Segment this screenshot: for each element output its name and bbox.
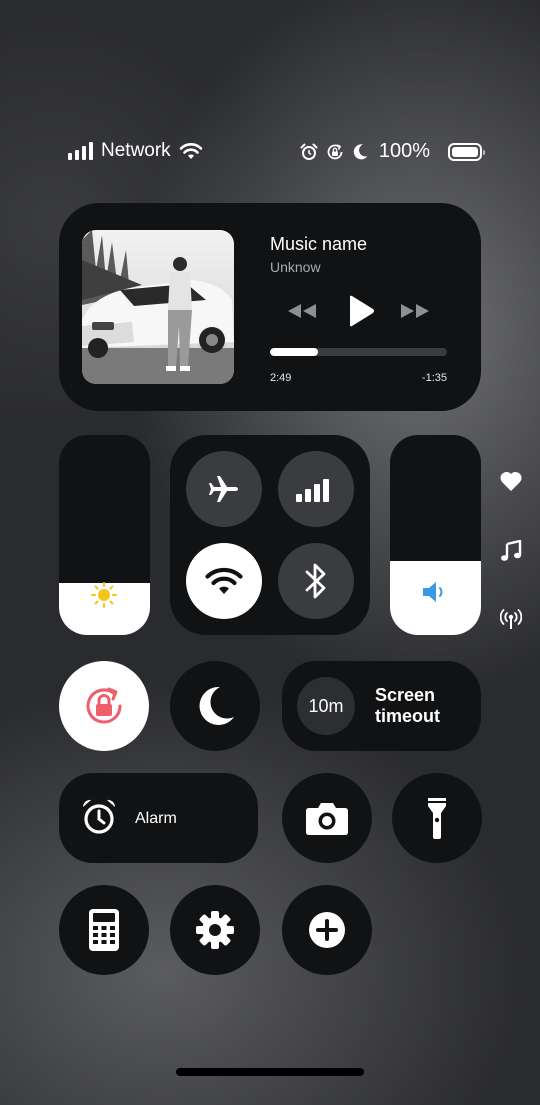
add-control-button[interactable]	[282, 885, 372, 975]
flashlight-button[interactable]	[392, 773, 482, 863]
settings-button[interactable]	[170, 885, 260, 975]
cellular-icon	[296, 479, 329, 502]
playback-progress-fill	[270, 348, 318, 356]
gear-icon	[196, 911, 234, 949]
speaker-icon	[423, 582, 443, 602]
play-icon	[350, 295, 374, 327]
rotation-lock-icon	[327, 143, 343, 159]
timeout-value: 10m	[308, 695, 344, 716]
moon-icon	[199, 686, 234, 725]
camera-button[interactable]	[282, 773, 372, 863]
heart-button[interactable]	[496, 466, 526, 496]
signal-bars-icon	[68, 142, 93, 160]
wifi-icon	[205, 567, 243, 594]
carrier-label: Network	[101, 140, 171, 161]
remaining-time: -1:35	[421, 372, 447, 384]
wifi-toggle-button[interactable]	[186, 543, 262, 619]
wifi-icon	[179, 143, 202, 159]
album-art[interactable]	[82, 230, 234, 384]
track-artist: Unknow	[270, 259, 321, 275]
play-button[interactable]	[343, 294, 379, 328]
rewind-button[interactable]	[284, 296, 320, 326]
timeout-value-chip[interactable]: 10m	[297, 677, 355, 735]
airplane-icon	[209, 476, 238, 502]
rotation-lock-icon	[86, 687, 122, 724]
rotation-lock-button[interactable]	[59, 661, 149, 751]
broadcast-icon	[500, 609, 522, 629]
calculator-icon	[89, 909, 119, 951]
moon-icon	[353, 144, 368, 160]
flashlight-icon	[428, 798, 446, 839]
broadcast-button[interactable]	[496, 604, 526, 634]
battery-percent: 100%	[378, 140, 430, 162]
status-left: Network	[68, 140, 203, 162]
calculator-button[interactable]	[59, 885, 149, 975]
elapsed-time: 2:49	[270, 372, 292, 384]
status-bar: Network 100%	[0, 140, 540, 164]
brightness-slider[interactable]	[59, 435, 150, 635]
track-title: Music name	[270, 234, 368, 254]
status-right: 100%	[300, 140, 485, 163]
home-indicator[interactable]	[176, 1068, 364, 1076]
rewind-icon	[288, 304, 316, 318]
airplane-mode-button[interactable]	[186, 451, 262, 527]
alarm-clock-icon	[82, 799, 116, 834]
fast-forward-button[interactable]	[397, 296, 433, 326]
alarm-icon	[300, 143, 318, 160]
plus-circle-icon	[309, 912, 345, 948]
fast-forward-icon	[401, 304, 429, 318]
alarm-label: Alarm	[135, 810, 177, 827]
heart-icon	[500, 471, 522, 491]
do-not-disturb-button[interactable]	[170, 661, 260, 751]
cellular-data-button[interactable]	[278, 451, 354, 527]
screen-timeout-label: Screen timeout	[375, 685, 440, 726]
music-note-icon	[501, 540, 522, 561]
sun-icon	[91, 582, 117, 608]
bluetooth-button[interactable]	[278, 543, 354, 619]
camera-icon	[306, 803, 348, 835]
playback-progress-bar[interactable]	[270, 348, 447, 356]
bluetooth-icon	[305, 563, 326, 599]
music-button[interactable]	[496, 536, 526, 566]
battery-icon	[448, 142, 485, 161]
volume-slider[interactable]	[390, 435, 481, 635]
